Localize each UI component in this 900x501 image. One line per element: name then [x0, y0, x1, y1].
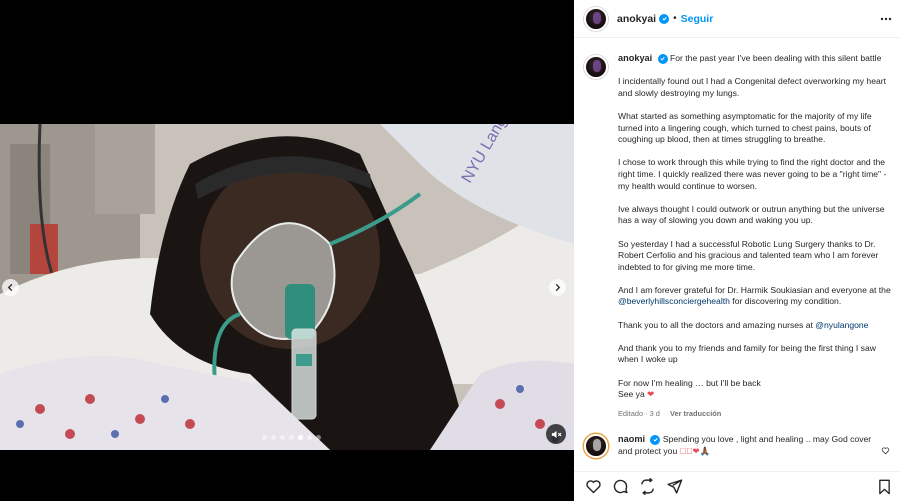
comment-username[interactable]: naomi	[618, 434, 645, 444]
caption-text-segment: And I am forever grateful for Dr. Harmik…	[618, 284, 891, 295]
carousel-next-button[interactable]	[549, 279, 566, 296]
avatar[interactable]	[584, 434, 608, 458]
comment-icon	[613, 479, 628, 494]
comment-text: naomi Spending you love , light and heal…	[618, 434, 878, 458]
caption-text-segment: for discovering my condition.	[729, 296, 842, 307]
heart-emoji: ❤	[647, 389, 655, 400]
more-options-button[interactable]	[880, 12, 892, 30]
edited-timestamp: Editado · 3 d	[618, 409, 660, 419]
carousel-dot[interactable]	[289, 435, 294, 440]
caption-paragraph: For now I'm healing … but I'll be back S…	[618, 378, 892, 401]
caption: anokyai For the past year I've been deal…	[584, 53, 892, 420]
chevron-right-icon	[555, 283, 561, 292]
hospital-photo-illustration: NYU Langone Health	[0, 124, 574, 450]
verified-badge-icon	[657, 53, 668, 64]
caption-text-segment: For now I'm healing … but I'll be back	[618, 377, 761, 388]
save-button[interactable]	[877, 479, 892, 500]
caption-paragraph: So yesterday I had a successful Robotic …	[618, 238, 879, 272]
post-media: NYU Langone Health	[0, 0, 574, 501]
mention-link[interactable]: @beverlyhillsconciergehealth	[618, 296, 730, 306]
heart-icon	[585, 480, 601, 494]
comment-button[interactable]	[611, 478, 629, 496]
avatar[interactable]	[584, 6, 608, 31]
share-icon	[640, 478, 654, 495]
caption-paragraph: And I am forever grateful for Dr. Harmik…	[618, 285, 892, 308]
caption-paragraph: For the past year I've been dealing with…	[670, 53, 882, 63]
chevron-left-icon	[7, 283, 13, 292]
muted-speaker-icon	[551, 430, 561, 438]
carousel-dot[interactable]	[316, 435, 321, 440]
carousel-dot[interactable]	[271, 435, 276, 440]
comment: naomi Spending you love , light and heal…	[584, 434, 892, 458]
post-photo: NYU Langone Health	[0, 124, 574, 450]
caption-meta: Editado · 3 d Ver traducción	[618, 408, 892, 420]
carousel-dot[interactable]	[280, 435, 285, 440]
send-button[interactable]	[665, 478, 683, 496]
carousel-dots	[262, 435, 321, 440]
comment-emojis: ❤🏾❤🙏🏾	[679, 445, 711, 456]
carousel-dot-active[interactable]	[298, 435, 303, 440]
post-side-panel: anokyai • Seguir anokyai For the past ye…	[574, 0, 900, 501]
caption-username[interactable]: anokyai	[618, 53, 652, 63]
caption-paragraph: What started as something asymptomatic f…	[618, 110, 872, 145]
post-username[interactable]: anokyai	[617, 13, 656, 25]
share-button[interactable]	[638, 478, 656, 496]
caption-paragraph: I incidentally found out I had a Congeni…	[618, 76, 886, 98]
verified-badge-icon	[650, 434, 661, 445]
action-bar	[574, 471, 900, 501]
verified-badge-icon	[659, 13, 670, 24]
comments-section[interactable]: anokyai For the past year I've been deal…	[574, 39, 900, 471]
carousel-dot[interactable]	[262, 435, 267, 440]
bookmark-icon	[879, 479, 890, 495]
caption-text-segment: See ya	[618, 389, 645, 400]
avatar[interactable]	[584, 55, 608, 79]
comment-like-button[interactable]	[881, 442, 890, 460]
caption-text: anokyai For the past year I've been deal…	[618, 53, 892, 420]
separator-dot: •	[673, 13, 677, 24]
translate-link[interactable]: Ver traducción	[670, 409, 721, 418]
caption-text-segment: Thank you to all the doctors and amazing…	[618, 319, 816, 330]
like-button[interactable]	[584, 478, 602, 496]
caption-paragraph: Ive always thought I could outwork or ou…	[618, 203, 885, 226]
caption-paragraph: Thank you to all the doctors and amazing…	[618, 320, 892, 332]
post-header: anokyai • Seguir	[574, 0, 900, 38]
mute-button[interactable]	[546, 424, 566, 444]
caption-paragraph: And thank you to my friends and family f…	[618, 342, 876, 365]
carousel-dot[interactable]	[307, 435, 312, 440]
carousel-prev-button[interactable]	[2, 279, 19, 296]
send-icon	[666, 479, 682, 494]
heart-icon	[881, 447, 890, 455]
mention-link[interactable]: @nyulangone	[815, 320, 868, 330]
more-horizontal-icon	[880, 17, 892, 21]
follow-button[interactable]: Seguir	[681, 13, 714, 25]
caption-paragraph: I chose to work through this while tryin…	[618, 157, 887, 191]
